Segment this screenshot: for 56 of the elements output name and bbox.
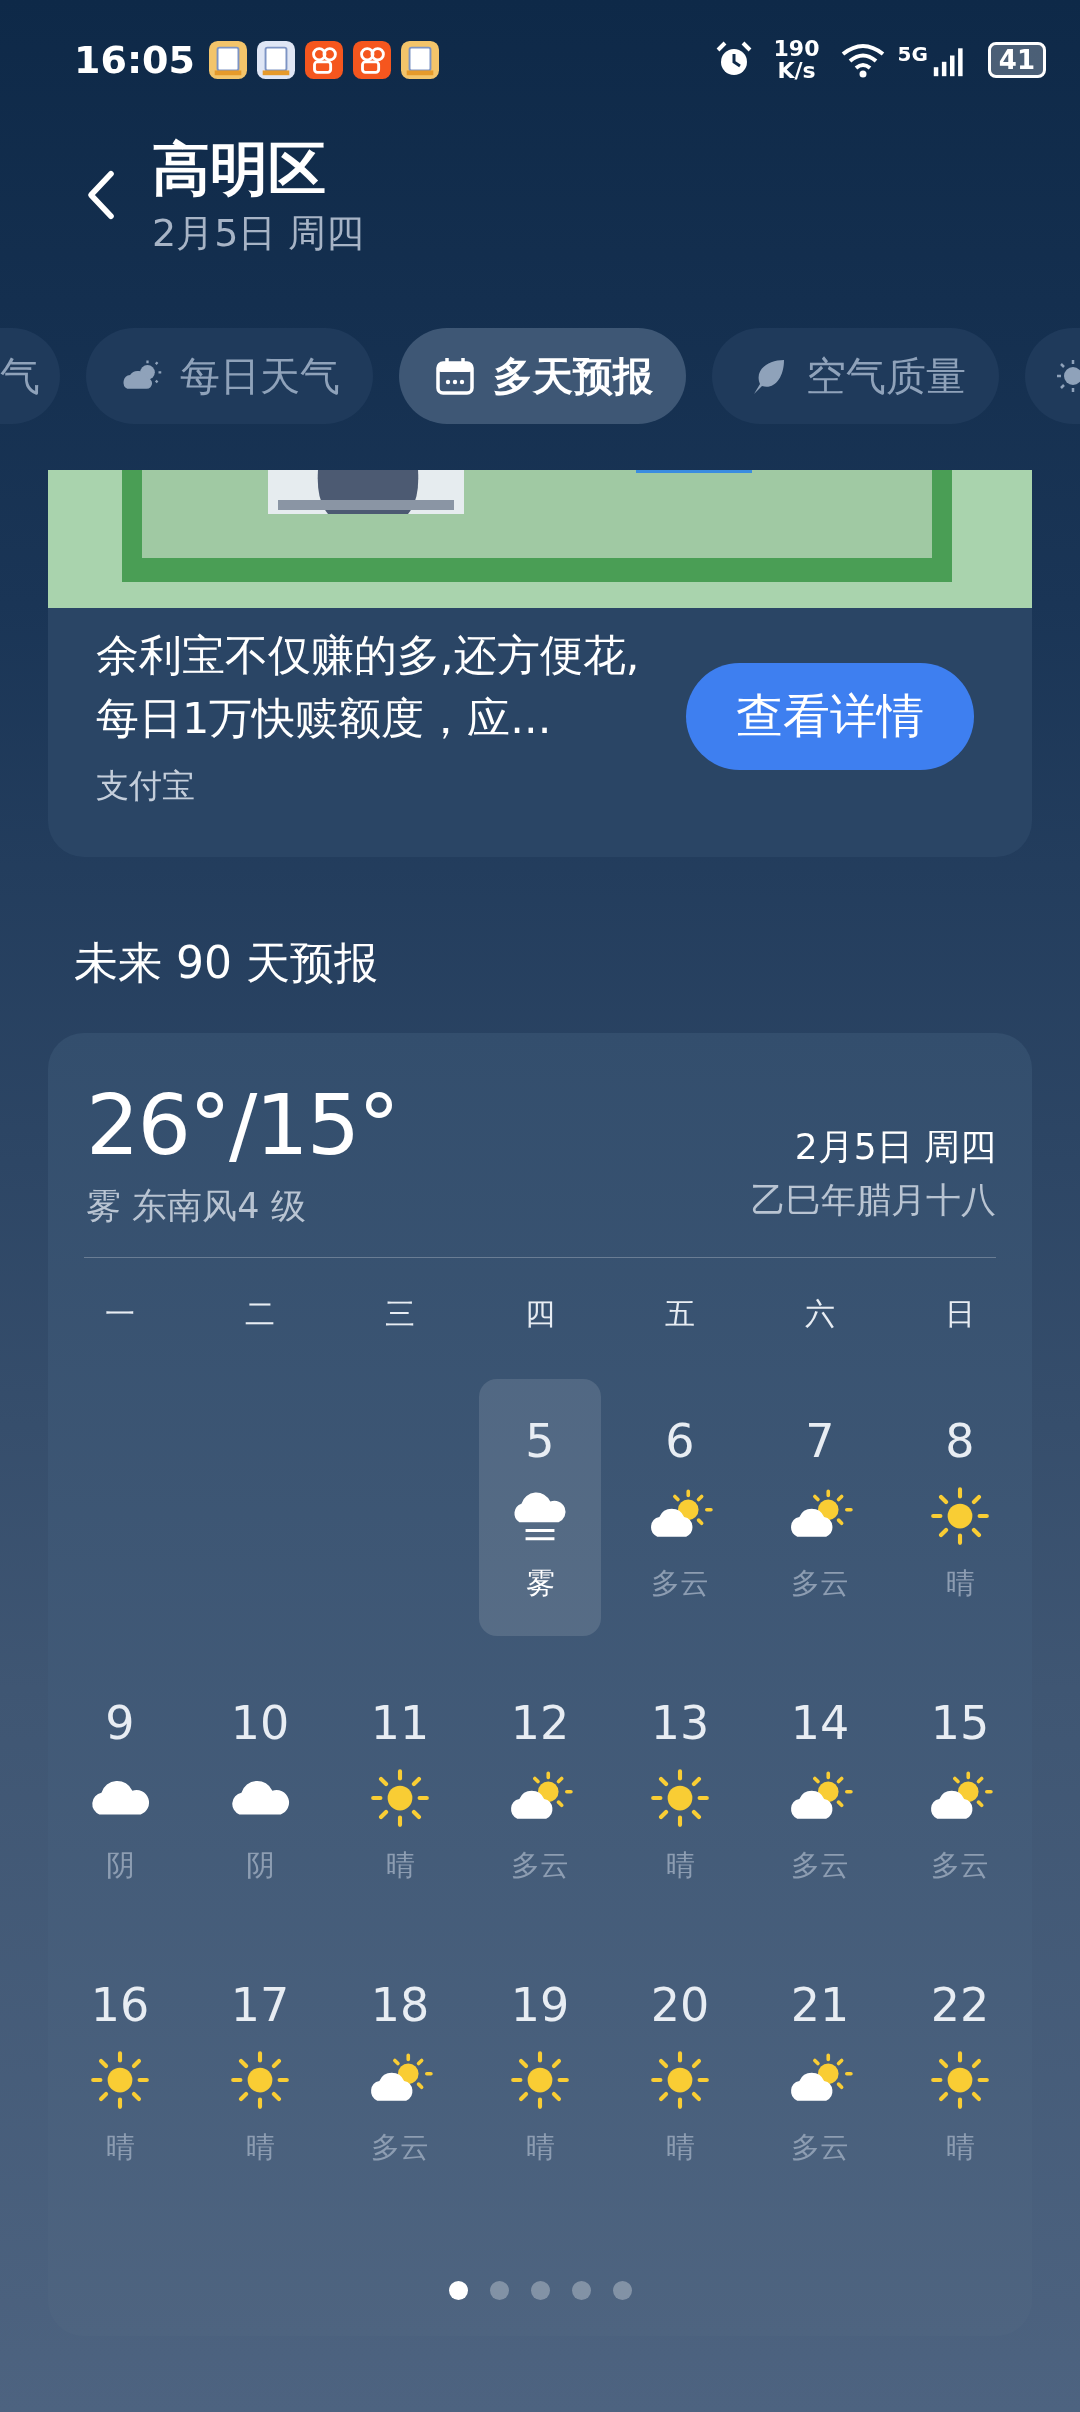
day-cell[interactable]: 22 晴	[899, 1943, 1021, 2200]
section-title: 未来 90 天预报	[74, 936, 379, 990]
day-cell[interactable]: 15 多云	[899, 1661, 1021, 1918]
selected-date: 2月5日 周四	[793, 1125, 996, 1169]
tab[interactable]: 气	[0, 328, 60, 424]
weekday-label: 五	[664, 1295, 696, 1333]
page-dot[interactable]	[530, 2281, 550, 2300]
day-cell[interactable]: 17 晴	[199, 1943, 321, 2200]
day-cell[interactable]: 6 多云	[619, 1379, 741, 1636]
page-dot[interactable]	[612, 2281, 632, 2300]
weekday-label: 三	[384, 1295, 416, 1333]
wifi-icon	[841, 42, 886, 78]
day-cell[interactable]: 21 多云	[759, 1943, 881, 2200]
day-cell[interactable]: 5 雾	[479, 1379, 601, 1636]
weather-condition: 雾 东南风4 级	[86, 1185, 307, 1228]
day-cell[interactable]: 19 晴	[479, 1943, 601, 2200]
day-cell[interactable]: 12 多云	[479, 1661, 601, 1918]
day-cell[interactable]: 9 阴	[59, 1661, 181, 1918]
app-notification-icon	[400, 41, 439, 79]
weekday-label: 六	[804, 1295, 836, 1333]
page-dot[interactable]	[448, 2281, 468, 2300]
lunar-date: 乙巳年腊月十八	[751, 1179, 996, 1222]
page-dot[interactable]	[571, 2281, 591, 2300]
tab[interactable]: 多天预报	[399, 328, 686, 424]
header-date: 2月5日 周四	[152, 210, 365, 257]
day-cell[interactable]: 8 晴	[899, 1379, 1021, 1636]
day-cell[interactable]: 14 多云	[759, 1661, 881, 1918]
day-cell[interactable]: 7 多云	[759, 1379, 881, 1636]
ad-text: 余利宝不仅赚的多,还方便花,每日1万快赎额度，应...	[96, 629, 641, 745]
day-cell[interactable]: 10 阴	[199, 1661, 321, 1918]
app-notification-icon	[352, 41, 391, 79]
weekday-label: 日	[944, 1295, 976, 1333]
back-button[interactable]	[86, 169, 116, 221]
app-notification-icon	[208, 41, 247, 79]
network-speed-value: 190	[773, 38, 820, 60]
network-type: 5G	[897, 42, 928, 66]
weekday-label: 二	[244, 1295, 276, 1333]
details-button[interactable]: 查看详情	[686, 663, 974, 770]
day-cell[interactable]: 13 晴	[619, 1661, 741, 1918]
page-dot[interactable]	[489, 2281, 509, 2300]
weekday-label: 四	[524, 1295, 556, 1333]
status-time: 16:05	[74, 38, 195, 82]
day-cell[interactable]: 18 多云	[339, 1943, 461, 2200]
location-title: 高明区	[152, 134, 327, 205]
weekday-label: 一	[104, 1295, 136, 1333]
battery-indicator: 41	[987, 42, 1046, 78]
app-notification-icon	[256, 41, 295, 79]
ad-source: 支付宝	[96, 765, 196, 807]
temperature-range: 26°/15°	[86, 1075, 399, 1176]
tab[interactable]: 每日天气	[86, 328, 373, 424]
app-notification-icon	[304, 41, 343, 79]
network-speed-unit: K/s	[777, 60, 816, 82]
day-cell[interactable]: 11 晴	[339, 1661, 461, 1918]
tab[interactable]: 空气质量	[712, 328, 999, 424]
day-cell[interactable]: 16 晴	[59, 1943, 181, 2200]
day-cell[interactable]: 20 晴	[619, 1943, 741, 2200]
